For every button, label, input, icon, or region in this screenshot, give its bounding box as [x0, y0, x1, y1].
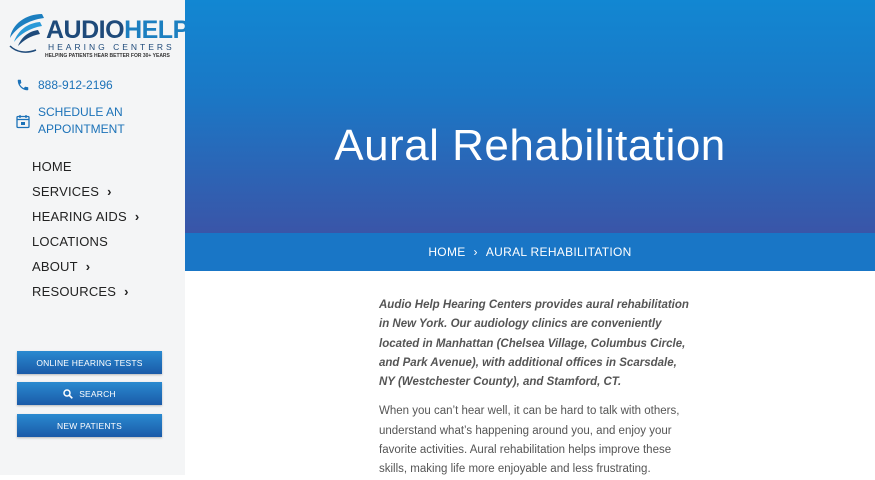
schedule-appointment-link[interactable]: SCHEDULE AN APPOINTMENT — [16, 104, 148, 138]
phone-icon — [17, 79, 29, 91]
sidebar: AUDIOHELP HEARING CENTERS HELPING PATIEN… — [0, 0, 189, 475]
calendar-icon — [16, 115, 30, 129]
logo-subtitle: HEARING CENTERS — [48, 42, 175, 52]
main-content: Audio Help Hearing Centers provides aura… — [379, 296, 689, 480]
logo-tagline: HELPING PATIENTS HEAR BETTER FOR 30+ YEA… — [45, 53, 170, 59]
nav-item-label: ABOUT — [32, 259, 78, 274]
search-icon — [63, 388, 74, 399]
body-paragraph: When you can’t hear well, it can be hard… — [379, 405, 680, 476]
logo[interactable]: AUDIOHELP HEARING CENTERS HELPING PATIEN… — [8, 8, 189, 63]
intro-paragraph: Audio Help Hearing Centers provides aura… — [379, 299, 689, 389]
chevron-right-icon: › — [124, 284, 129, 299]
page-title: Aural Rehabilitation — [334, 121, 726, 171]
breadcrumb-home[interactable]: HOME — [428, 245, 465, 259]
online-hearing-tests-label: ONLINE HEARING TESTS — [36, 357, 143, 368]
new-patients-label: NEW PATIENTS — [57, 420, 122, 431]
chevron-right-icon: › — [107, 184, 112, 199]
main-nav: HOME SERVICES › HEARING AIDS › LOCATIONS A… — [32, 154, 139, 304]
logo-help-text: HELP — [124, 16, 189, 44]
nav-item-label: RESOURCES — [32, 284, 117, 299]
nav-item-locations[interactable]: LOCATIONS — [32, 229, 139, 254]
nav-item-about[interactable]: ABOUT › — [32, 254, 139, 279]
breadcrumb: HOME › AURAL REHABILITATION — [185, 233, 875, 271]
new-patients-button[interactable]: NEW PATIENTS — [17, 414, 162, 437]
search-button-label: SEARCH — [79, 388, 116, 399]
chevron-right-icon: › — [85, 259, 91, 274]
phone-number: 888-912-2196 — [38, 78, 113, 92]
nav-item-label: HOME — [32, 159, 72, 174]
nav-item-label: SERVICES — [32, 184, 100, 199]
nav-item-resources[interactable]: RESOURCES › — [32, 279, 139, 304]
logo-audio-text: AUDIO — [46, 16, 125, 44]
schedule-appointment-label: SCHEDULE AN APPOINTMENT — [38, 105, 125, 136]
hero-banner: Aural Rehabilitation — [185, 0, 875, 233]
nav-item-label: HEARING AIDS — [32, 209, 127, 224]
search-button[interactable]: SEARCH — [17, 382, 162, 405]
online-hearing-tests-button[interactable]: ONLINE HEARING TESTS — [17, 351, 162, 374]
chevron-right-icon: › — [134, 209, 140, 224]
logo-swoosh-icon — [9, 14, 44, 53]
phone-link[interactable]: 888-912-2196 — [16, 78, 113, 92]
nav-item-label: LOCATIONS — [32, 234, 108, 249]
nav-item-services[interactable]: SERVICES › — [32, 179, 139, 204]
nav-item-home[interactable]: HOME — [32, 154, 139, 179]
breadcrumb-current: AURAL REHABILITATION — [485, 245, 632, 259]
chevron-right-icon: › — [473, 245, 478, 259]
logo-wordmark: AUDIOHELP — [46, 18, 189, 43]
nav-item-hearing-aids[interactable]: HEARING AIDS › — [32, 204, 139, 229]
